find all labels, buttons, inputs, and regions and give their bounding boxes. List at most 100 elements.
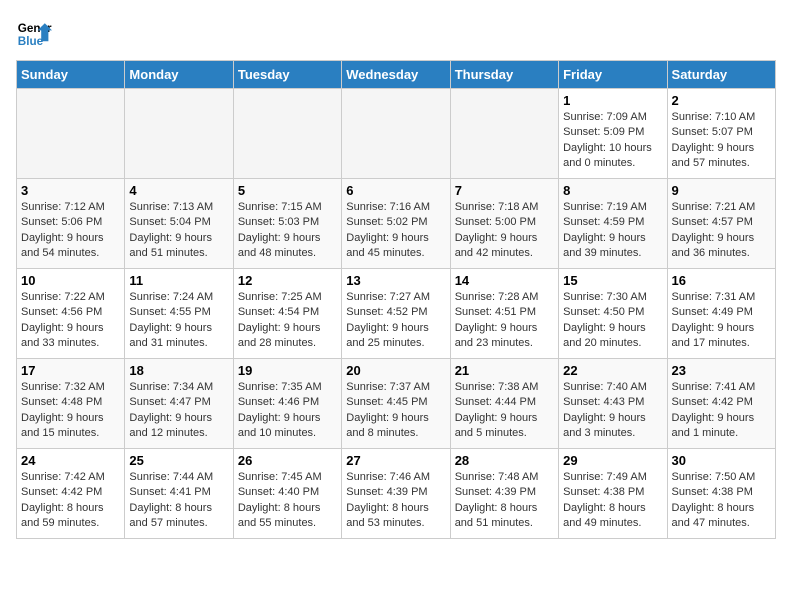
day-detail: Sunrise: 7:42 AM Sunset: 4:42 PM Dayligh… xyxy=(21,470,120,532)
day-detail: Sunrise: 7:18 AM Sunset: 5:00 PM Dayligh… xyxy=(455,200,554,262)
day-number: 19 xyxy=(238,363,337,378)
calendar-cell: 12 Sunrise: 7:25 AM Sunset: 4:54 PM Dayli… xyxy=(233,269,341,359)
calendar-cell xyxy=(17,89,125,179)
day-number: 20 xyxy=(346,363,445,378)
day-header-friday: Friday xyxy=(559,61,667,89)
calendar-cell: 7 Sunrise: 7:18 AM Sunset: 5:00 PM Daylig… xyxy=(450,179,558,269)
day-detail: Sunrise: 7:15 AM Sunset: 5:03 PM Dayligh… xyxy=(238,200,337,262)
calendar-cell: 22 Sunrise: 7:40 AM Sunset: 4:43 PM Dayli… xyxy=(559,359,667,449)
day-number: 25 xyxy=(129,453,228,468)
calendar-cell: 23 Sunrise: 7:41 AM Sunset: 4:42 PM Dayli… xyxy=(667,359,775,449)
day-number: 7 xyxy=(455,183,554,198)
day-number: 12 xyxy=(238,273,337,288)
day-detail: Sunrise: 7:49 AM Sunset: 4:38 PM Dayligh… xyxy=(563,470,662,532)
day-number: 8 xyxy=(563,183,662,198)
day-number: 23 xyxy=(672,363,771,378)
calendar-cell: 26 Sunrise: 7:45 AM Sunset: 4:40 PM Dayli… xyxy=(233,449,341,539)
day-number: 18 xyxy=(129,363,228,378)
day-number: 27 xyxy=(346,453,445,468)
calendar-cell xyxy=(450,89,558,179)
calendar-table: SundayMondayTuesdayWednesdayThursdayFrid… xyxy=(16,60,776,539)
calendar-cell: 2Sunrise: 7:10 AM Sunset: 5:07 PM Daylig… xyxy=(667,89,775,179)
day-header-tuesday: Tuesday xyxy=(233,61,341,89)
day-detail: Sunrise: 7:16 AM Sunset: 5:02 PM Dayligh… xyxy=(346,200,445,262)
logo-icon: General Blue xyxy=(16,16,52,52)
day-number: 14 xyxy=(455,273,554,288)
calendar-cell: 17 Sunrise: 7:32 AM Sunset: 4:48 PM Dayli… xyxy=(17,359,125,449)
day-number: 28 xyxy=(455,453,554,468)
day-detail: Sunrise: 7:45 AM Sunset: 4:40 PM Dayligh… xyxy=(238,470,337,532)
day-detail: Sunrise: 7:35 AM Sunset: 4:46 PM Dayligh… xyxy=(238,380,337,442)
day-header-monday: Monday xyxy=(125,61,233,89)
header: General Blue xyxy=(16,16,776,52)
calendar-cell: 3 Sunrise: 7:12 AM Sunset: 5:06 PM Daylig… xyxy=(17,179,125,269)
day-detail: Sunrise: 7:41 AM Sunset: 4:42 PM Dayligh… xyxy=(672,380,771,442)
calendar-cell: 15 Sunrise: 7:30 AM Sunset: 4:50 PM Dayli… xyxy=(559,269,667,359)
day-detail: Sunrise: 7:40 AM Sunset: 4:43 PM Dayligh… xyxy=(563,380,662,442)
day-detail: Sunrise: 7:28 AM Sunset: 4:51 PM Dayligh… xyxy=(455,290,554,352)
calendar-cell: 14 Sunrise: 7:28 AM Sunset: 4:51 PM Dayli… xyxy=(450,269,558,359)
day-number: 17 xyxy=(21,363,120,378)
calendar-cell: 29 Sunrise: 7:49 AM Sunset: 4:38 PM Dayli… xyxy=(559,449,667,539)
day-number: 13 xyxy=(346,273,445,288)
calendar-cell: 21 Sunrise: 7:38 AM Sunset: 4:44 PM Dayli… xyxy=(450,359,558,449)
day-detail: Sunrise: 7:48 AM Sunset: 4:39 PM Dayligh… xyxy=(455,470,554,532)
day-detail: Sunrise: 7:46 AM Sunset: 4:39 PM Dayligh… xyxy=(346,470,445,532)
calendar-cell: 28 Sunrise: 7:48 AM Sunset: 4:39 PM Dayli… xyxy=(450,449,558,539)
day-detail: Sunrise: 7:34 AM Sunset: 4:47 PM Dayligh… xyxy=(129,380,228,442)
day-header-saturday: Saturday xyxy=(667,61,775,89)
day-detail: Sunrise: 7:37 AM Sunset: 4:45 PM Dayligh… xyxy=(346,380,445,442)
calendar-cell: 8 Sunrise: 7:19 AM Sunset: 4:59 PM Daylig… xyxy=(559,179,667,269)
day-detail: Sunrise: 7:27 AM Sunset: 4:52 PM Dayligh… xyxy=(346,290,445,352)
calendar-cell: 25 Sunrise: 7:44 AM Sunset: 4:41 PM Dayli… xyxy=(125,449,233,539)
day-detail: Sunrise: 7:30 AM Sunset: 4:50 PM Dayligh… xyxy=(563,290,662,352)
day-detail: Sunrise: 7:50 AM Sunset: 4:38 PM Dayligh… xyxy=(672,470,771,532)
day-detail: Sunrise: 7:10 AM Sunset: 5:07 PM Dayligh… xyxy=(672,110,771,172)
day-number: 16 xyxy=(672,273,771,288)
calendar-cell: 27 Sunrise: 7:46 AM Sunset: 4:39 PM Dayli… xyxy=(342,449,450,539)
calendar-cell: 19 Sunrise: 7:35 AM Sunset: 4:46 PM Dayli… xyxy=(233,359,341,449)
calendar-cell: 1Sunrise: 7:09 AM Sunset: 5:09 PM Daylig… xyxy=(559,89,667,179)
day-number: 1 xyxy=(563,93,662,108)
day-header-thursday: Thursday xyxy=(450,61,558,89)
calendar-cell: 9Sunrise: 7:21 AM Sunset: 4:57 PM Daylig… xyxy=(667,179,775,269)
day-number: 10 xyxy=(21,273,120,288)
day-number: 15 xyxy=(563,273,662,288)
day-detail: Sunrise: 7:31 AM Sunset: 4:49 PM Dayligh… xyxy=(672,290,771,352)
svg-text:Blue: Blue xyxy=(18,35,44,48)
day-header-wednesday: Wednesday xyxy=(342,61,450,89)
calendar-cell: 6 Sunrise: 7:16 AM Sunset: 5:02 PM Daylig… xyxy=(342,179,450,269)
day-detail: Sunrise: 7:24 AM Sunset: 4:55 PM Dayligh… xyxy=(129,290,228,352)
day-number: 4 xyxy=(129,183,228,198)
day-detail: Sunrise: 7:22 AM Sunset: 4:56 PM Dayligh… xyxy=(21,290,120,352)
day-number: 5 xyxy=(238,183,337,198)
day-detail: Sunrise: 7:44 AM Sunset: 4:41 PM Dayligh… xyxy=(129,470,228,532)
day-number: 21 xyxy=(455,363,554,378)
calendar-cell: 24Sunrise: 7:42 AM Sunset: 4:42 PM Dayli… xyxy=(17,449,125,539)
calendar-cell xyxy=(342,89,450,179)
day-number: 22 xyxy=(563,363,662,378)
day-number: 6 xyxy=(346,183,445,198)
calendar-cell: 11 Sunrise: 7:24 AM Sunset: 4:55 PM Dayli… xyxy=(125,269,233,359)
calendar-cell: 10 Sunrise: 7:22 AM Sunset: 4:56 PM Dayli… xyxy=(17,269,125,359)
day-detail: Sunrise: 7:32 AM Sunset: 4:48 PM Dayligh… xyxy=(21,380,120,442)
day-number: 11 xyxy=(129,273,228,288)
calendar-cell: 30Sunrise: 7:50 AM Sunset: 4:38 PM Dayli… xyxy=(667,449,775,539)
day-detail: Sunrise: 7:38 AM Sunset: 4:44 PM Dayligh… xyxy=(455,380,554,442)
day-number: 26 xyxy=(238,453,337,468)
day-detail: Sunrise: 7:19 AM Sunset: 4:59 PM Dayligh… xyxy=(563,200,662,262)
day-detail: Sunrise: 7:25 AM Sunset: 4:54 PM Dayligh… xyxy=(238,290,337,352)
day-detail: Sunrise: 7:13 AM Sunset: 5:04 PM Dayligh… xyxy=(129,200,228,262)
day-number: 3 xyxy=(21,183,120,198)
calendar-cell: 18 Sunrise: 7:34 AM Sunset: 4:47 PM Dayli… xyxy=(125,359,233,449)
day-number: 29 xyxy=(563,453,662,468)
day-header-sunday: Sunday xyxy=(17,61,125,89)
logo: General Blue xyxy=(16,16,52,52)
calendar-cell: 16 Sunrise: 7:31 AM Sunset: 4:49 PM Dayli… xyxy=(667,269,775,359)
day-detail: Sunrise: 7:21 AM Sunset: 4:57 PM Dayligh… xyxy=(672,200,771,262)
calendar-cell xyxy=(125,89,233,179)
day-detail: Sunrise: 7:12 AM Sunset: 5:06 PM Dayligh… xyxy=(21,200,120,262)
calendar-cell: 13 Sunrise: 7:27 AM Sunset: 4:52 PM Dayli… xyxy=(342,269,450,359)
calendar-cell: 20 Sunrise: 7:37 AM Sunset: 4:45 PM Dayli… xyxy=(342,359,450,449)
calendar-cell: 4 Sunrise: 7:13 AM Sunset: 5:04 PM Daylig… xyxy=(125,179,233,269)
